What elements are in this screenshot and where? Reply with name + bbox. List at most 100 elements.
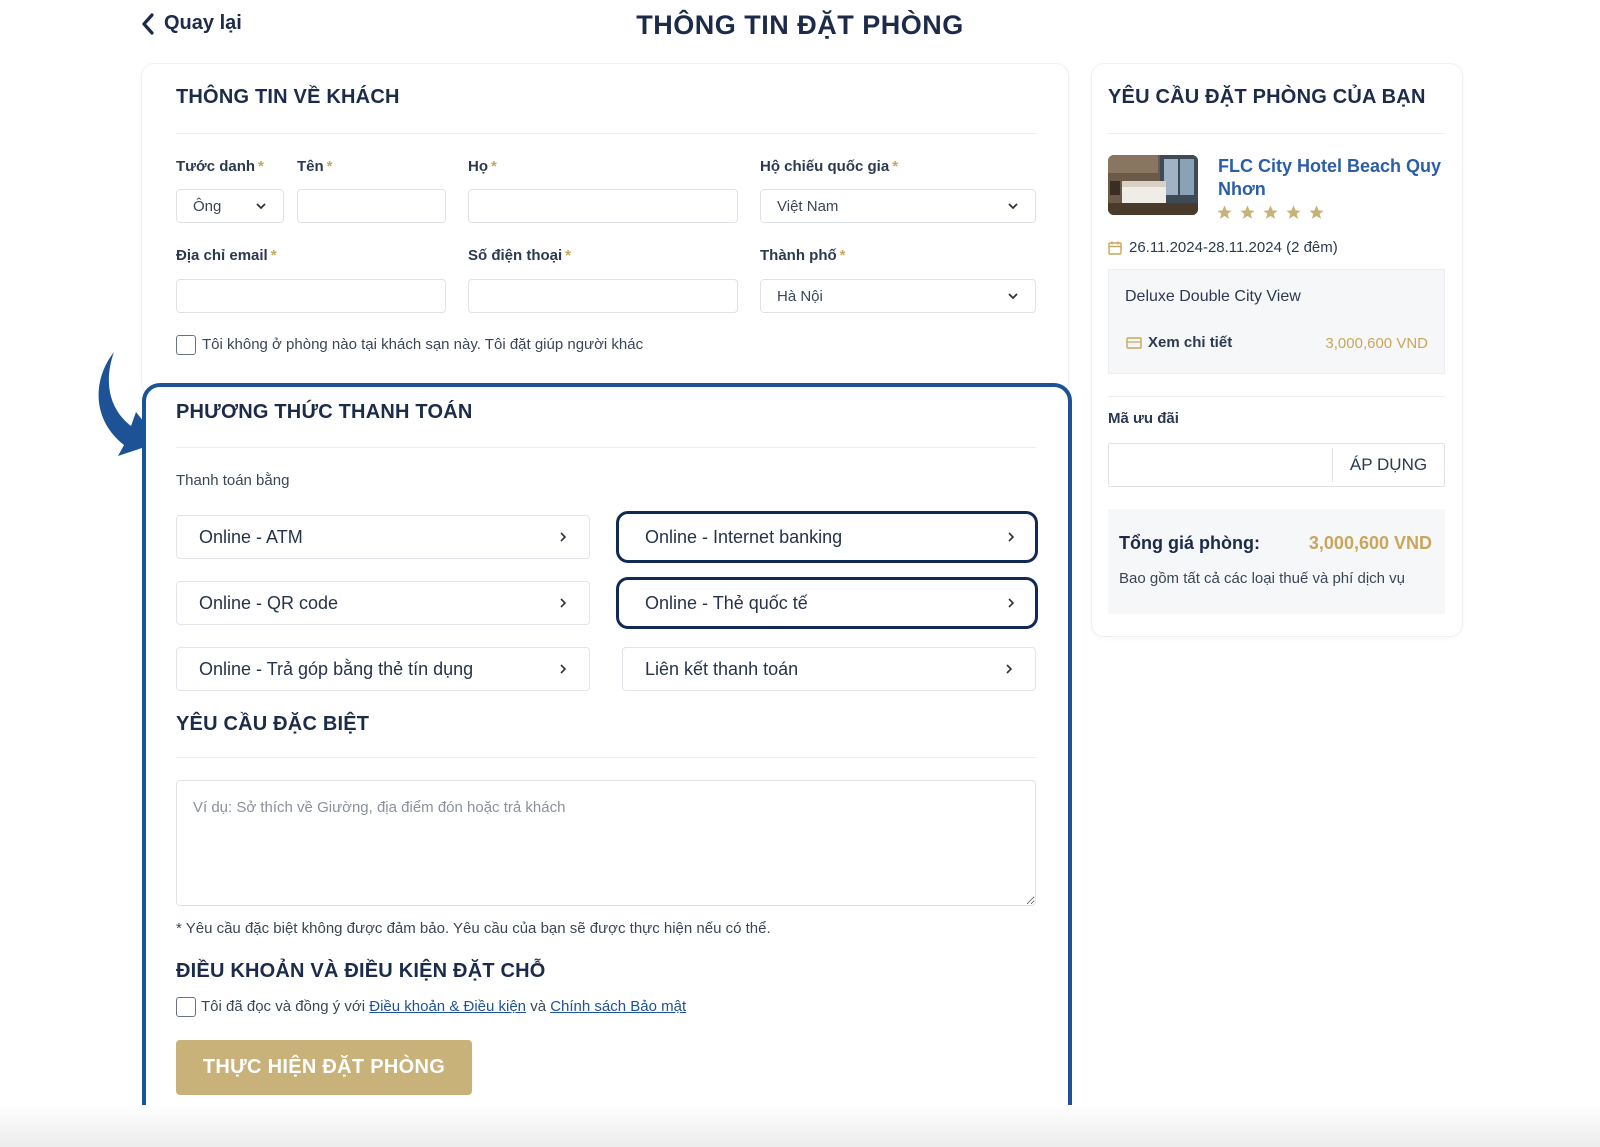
salutation-value: Ông xyxy=(193,197,222,215)
booking-for-other-label: Tôi không ở phòng nào tại khách sạn này.… xyxy=(202,336,644,353)
city-select[interactable]: Hà Nội xyxy=(760,279,1036,313)
required-mark: * xyxy=(839,247,846,264)
view-details-link[interactable]: Xem chi tiết xyxy=(1126,334,1232,351)
payment-option-label: Online - ATM xyxy=(199,526,303,547)
city-label-text: Thành phố xyxy=(760,247,837,264)
page-bottom-shade xyxy=(0,1105,1600,1147)
terms-section-title: ĐIỀU KHOẢN VÀ ĐIỀU KIỆN ĐẶT CHỖ xyxy=(176,960,546,982)
booking-for-other-checkbox[interactable] xyxy=(176,335,196,355)
special-section-title: YÊU CẦU ĐẶC BIỆT xyxy=(176,713,370,735)
chevron-right-icon xyxy=(560,664,567,674)
chevron-right-icon xyxy=(560,532,567,542)
last-name-input[interactable] xyxy=(469,190,737,222)
total-price-box xyxy=(1108,509,1445,614)
city-value: Hà Nội xyxy=(777,287,823,305)
total-price-label: Tổng giá phòng: xyxy=(1119,533,1260,553)
star-icon xyxy=(1217,205,1232,219)
salutation-label-text: Tước danh xyxy=(176,158,256,175)
required-mark: * xyxy=(270,247,277,264)
payment-option-internet-banking[interactable]: Online - Internet banking xyxy=(616,511,1038,563)
email-field[interactable] xyxy=(176,279,446,313)
guest-section-title: THÔNG TIN VỀ KHÁCH xyxy=(176,86,400,108)
payment-option-installment[interactable]: Online - Trả góp bằng thẻ tín dụng xyxy=(176,647,590,691)
chevron-down-icon xyxy=(256,203,266,210)
promo-code-input[interactable] xyxy=(1109,444,1332,486)
first-name-field[interactable] xyxy=(297,189,446,223)
view-details-label: Xem chi tiết xyxy=(1148,334,1233,351)
submit-booking-button[interactable]: THỰC HIỆN ĐẶT PHÒNG xyxy=(176,1040,472,1095)
room-price: 3,000,600 VND xyxy=(1325,335,1428,352)
top-bar: Quay lại THÔNG TIN ĐẶT PHÒNG xyxy=(0,0,1600,56)
phone-input[interactable] xyxy=(469,280,737,312)
stay-dates: 26.11.2024-28.11.2024 (2 đêm) xyxy=(1108,239,1338,256)
payment-option-label: Online - Internet banking xyxy=(645,526,843,547)
email-label: Địa chỉ email * xyxy=(176,247,277,264)
required-mark: * xyxy=(892,158,899,175)
nationality-select[interactable]: Việt Nam xyxy=(760,189,1036,223)
payment-option-label: Liên kết thanh toán xyxy=(645,658,799,679)
payment-option-linked[interactable]: Liên kết thanh toán xyxy=(622,647,1036,691)
payment-option-label: Online - Trả góp bằng thẻ tín dụng xyxy=(199,658,474,679)
last-name-label: Họ * xyxy=(468,158,497,175)
email-input[interactable] xyxy=(177,280,445,312)
room-details-icon xyxy=(1126,336,1142,349)
star-icon xyxy=(1309,205,1324,219)
page-title: THÔNG TIN ĐẶT PHÒNG xyxy=(636,10,964,40)
calendar-icon xyxy=(1108,241,1122,255)
star-icon xyxy=(1263,205,1278,219)
payment-section-title: PHƯƠNG THỨC THANH TOÁN xyxy=(176,401,473,423)
phone-field[interactable] xyxy=(468,279,738,313)
hotel-thumbnail[interactable] xyxy=(1108,155,1198,215)
city-label: Thành phố * xyxy=(760,247,846,264)
total-price-note: Bao gồm tất cả các loại thuế và phí dịch… xyxy=(1119,570,1406,587)
star-icon xyxy=(1286,205,1301,219)
nationality-value: Việt Nam xyxy=(777,197,839,215)
nationality-label-text: Hộ chiếu quốc gia xyxy=(760,158,890,175)
privacy-link[interactable]: Chính sách Bảo mật xyxy=(550,998,686,1015)
promo-code-group: ÁP DỤNG xyxy=(1108,443,1445,487)
phone-label: Số điện thoại * xyxy=(468,247,571,264)
star-icon xyxy=(1240,205,1255,219)
room-summary-box xyxy=(1108,269,1445,374)
salutation-label: Tước danh * xyxy=(176,158,264,175)
terms-link[interactable]: Điều khoản & Điều kiện xyxy=(369,998,526,1015)
payment-option-international-card[interactable]: Online - Thẻ quốc tế xyxy=(616,577,1038,629)
hotel-name-link[interactable]: FLC City Hotel Beach Quy Nhơn xyxy=(1218,155,1448,201)
terms-text: Tôi đã đọc và đồng ý với Điều khoản & Đi… xyxy=(201,998,686,1015)
chevron-down-icon xyxy=(1008,203,1018,210)
phone-label-text: Số điện thoại xyxy=(468,247,563,264)
payment-option-label: Online - QR code xyxy=(199,592,339,613)
promo-divider xyxy=(1108,396,1445,397)
stay-dates-text: 26.11.2024-28.11.2024 (2 đêm) xyxy=(1129,239,1338,256)
nationality-label: Hộ chiếu quốc gia * xyxy=(760,158,898,175)
first-name-label: Tên * xyxy=(297,158,333,175)
required-mark: * xyxy=(258,158,264,175)
special-divider xyxy=(176,757,1036,758)
payment-option-atm[interactable]: Online - ATM xyxy=(176,515,590,559)
summary-title: YÊU CẦU ĐẶT PHÒNG CỦA BẠN xyxy=(1108,86,1426,108)
last-name-field[interactable] xyxy=(468,189,738,223)
special-request-note: * Yêu cầu đặc biệt không được đảm bảo. Y… xyxy=(176,920,771,937)
required-mark: * xyxy=(565,247,572,264)
payment-option-label: Online - Thẻ quốc tế xyxy=(645,592,808,613)
room-name: Deluxe Double City View xyxy=(1125,288,1301,305)
payment-option-qr-code[interactable]: Online - QR code xyxy=(176,581,590,625)
special-request-textarea[interactable] xyxy=(176,780,1036,906)
chevron-right-icon xyxy=(560,598,567,608)
chevron-right-icon xyxy=(1008,598,1015,608)
apply-promo-button[interactable]: ÁP DỤNG xyxy=(1332,448,1444,482)
salutation-select[interactable]: Ông xyxy=(176,189,284,223)
chevron-right-icon xyxy=(1008,532,1015,542)
required-mark: * xyxy=(491,158,497,175)
required-mark: * xyxy=(326,158,333,175)
terms-and: và xyxy=(530,998,547,1015)
total-price-value: 3,000,600 VND xyxy=(1308,533,1432,553)
first-name-input[interactable] xyxy=(298,190,445,222)
chevron-right-icon xyxy=(1006,664,1013,674)
hotel-star-rating xyxy=(1216,204,1325,221)
pay-with-label: Thanh toán bằng xyxy=(176,472,290,489)
email-label-text: Địa chỉ email xyxy=(176,247,268,264)
terms-prefix: Tôi đã đọc và đồng ý với xyxy=(201,998,366,1015)
summary-divider xyxy=(1108,133,1445,134)
terms-checkbox[interactable] xyxy=(176,997,196,1017)
